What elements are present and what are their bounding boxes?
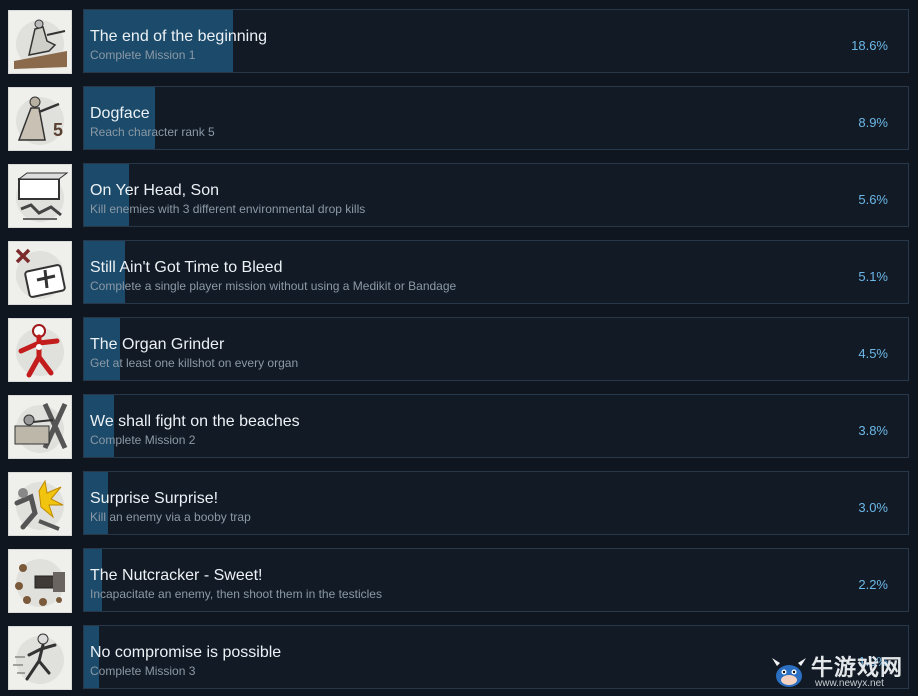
- achievement-panel: Still Ain't Got Time to Bleed Complete a …: [83, 240, 909, 304]
- achievement-panel: The Nutcracker - Sweet! Incapacitate an e…: [83, 548, 909, 612]
- anatomy-figure-icon: [9, 319, 71, 381]
- soldier-sandbags-icon: [9, 11, 71, 73]
- achievement-row: The Organ Grinder Get at least one killsh…: [0, 317, 918, 382]
- explosion-trap-icon: [9, 473, 71, 535]
- svg-text:5: 5: [53, 120, 63, 140]
- achievement-row: The end of the beginning Complete Mission…: [0, 9, 918, 74]
- achievement-panel: On Yer Head, Son Kill enemies with 3 diff…: [83, 163, 909, 227]
- achievement-thumbnail: [8, 626, 72, 690]
- nutcracker-icon: [9, 550, 71, 612]
- achievement-percent: 3.8%: [858, 423, 888, 438]
- achievement-title: The end of the beginning: [90, 28, 268, 45]
- achievement-description: Complete a single player mission without…: [90, 279, 457, 293]
- cow-logo-icon: [772, 658, 806, 687]
- achievement-percent: 5.6%: [858, 192, 888, 207]
- achievement-description: Kill enemies with 3 different environmen…: [90, 202, 366, 216]
- achievement-thumbnail: [8, 164, 72, 228]
- achievement-title: Still Ain't Got Time to Bleed: [90, 259, 283, 276]
- achievement-percent: 3.0%: [858, 500, 888, 515]
- achievement-percent: 4.5%: [858, 346, 888, 361]
- achievement-title: Surprise Surprise!: [90, 490, 219, 507]
- achievement-row: Surprise Surprise! Kill an enemy via a bo…: [0, 471, 918, 536]
- achievement-row: On Yer Head, Son Kill enemies with 3 diff…: [0, 163, 918, 228]
- achievement-description: Kill an enemy via a booby trap: [90, 510, 251, 524]
- achievement-percent: 18.6%: [851, 38, 888, 53]
- achievement-description: Get at least one killshot on every organ: [90, 356, 299, 370]
- achievement-thumbnail: [8, 472, 72, 536]
- beach-defense-icon: [9, 396, 71, 458]
- achievement-panel: Dogface Reach character rank 5 8.9%: [83, 86, 909, 150]
- achievement-panel: The end of the beginning Complete Mission…: [83, 9, 909, 73]
- achievement-title: The Nutcracker - Sweet!: [90, 567, 263, 584]
- achievement-row: The Nutcracker - Sweet! Incapacitate an e…: [0, 548, 918, 613]
- achievement-thumbnail: [8, 10, 72, 74]
- achievement-description: Reach character rank 5: [90, 125, 215, 139]
- achievement-title: The Organ Grinder: [90, 336, 225, 353]
- achievement-percent: 5.1%: [858, 269, 888, 284]
- watermark: 牛游戏网 www.newyx.net: [769, 650, 914, 694]
- crossed-out-medkit-icon: [9, 242, 71, 304]
- achievement-percent: 2.2%: [858, 577, 888, 592]
- falling-crate-icon: [9, 165, 71, 227]
- achievement-row: We shall fight on the beaches Complete Mi…: [0, 394, 918, 459]
- achievement-title: We shall fight on the beaches: [90, 413, 300, 430]
- achievement-thumbnail: 5: [8, 87, 72, 151]
- achievement-title: No compromise is possible: [90, 644, 282, 661]
- running-soldier-icon: [9, 627, 71, 689]
- achievement-thumbnail: [8, 318, 72, 382]
- achievement-title: Dogface: [90, 105, 150, 122]
- achievement-row: Still Ain't Got Time to Bleed Complete a …: [0, 240, 918, 305]
- achievement-panel: Surprise Surprise! Kill an enemy via a bo…: [83, 471, 909, 535]
- achievement-description: Incapacitate an enemy, then shoot them i…: [90, 587, 382, 601]
- achievement-percent: 8.9%: [858, 115, 888, 130]
- achievement-thumbnail: [8, 549, 72, 613]
- achievement-description: Complete Mission 2: [90, 433, 196, 447]
- achievement-title: On Yer Head, Son: [90, 182, 219, 199]
- achievement-panel: We shall fight on the beaches Complete Mi…: [83, 394, 909, 458]
- achievement-description: Complete Mission 1: [90, 48, 196, 62]
- watermark-url: www.newyx.net: [815, 678, 884, 689]
- achievement-description: Complete Mission 3: [90, 664, 196, 678]
- rank-5-soldier-icon: 5: [9, 88, 71, 150]
- achievement-thumbnail: [8, 395, 72, 459]
- achievement-row: 5 Dogface Reach character rank 5 8.9%: [0, 86, 918, 151]
- achievement-panel: The Organ Grinder Get at least one killsh…: [83, 317, 909, 381]
- achievement-thumbnail: [8, 241, 72, 305]
